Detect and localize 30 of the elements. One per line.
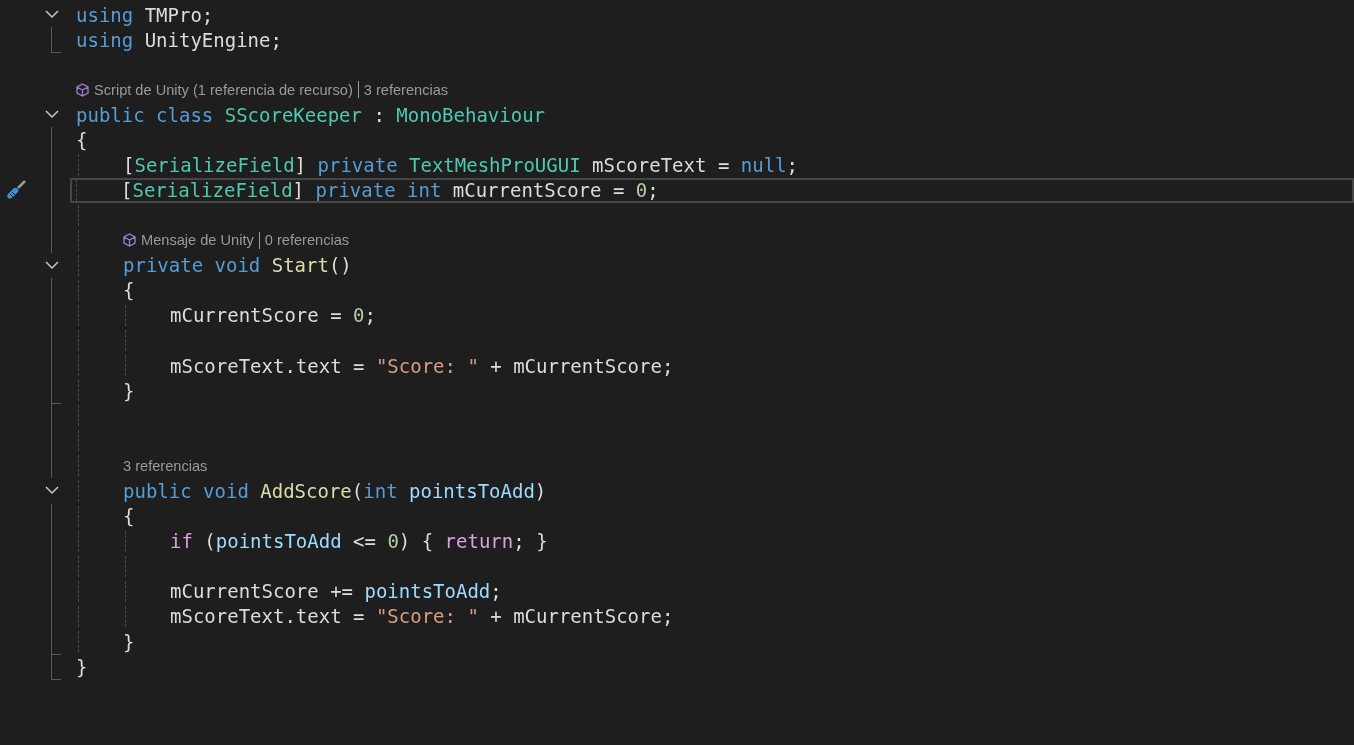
code-line: {: [76, 128, 88, 151]
code-line: [SerializeField] private TextMeshProUGUI mScoreText = null;: [123, 154, 798, 176]
code-line: }: [123, 379, 135, 402]
fold-chevron-icon[interactable]: [45, 108, 59, 121]
code-line: if (pointsToAdd <= 0) { return; }: [170, 530, 548, 553]
code-line: private void Start(): [123, 254, 352, 277]
cube-icon: [76, 82, 89, 97]
code-line: using TMPro;: [76, 3, 214, 26]
code-line: public void AddScore(int pointsToAdd): [123, 480, 547, 503]
code-line: {: [123, 505, 135, 528]
codelens-link[interactable]: Script de Unity (1 referencia de recurso): [76, 81, 353, 98]
codelens-link[interactable]: 3 referencias: [363, 81, 449, 98]
codelens-link[interactable]: Mensaje de Unity: [123, 232, 254, 249]
code-line: mScoreText.text = "Score: " + mCurrentScore;: [170, 354, 674, 377]
code-line: public class SScoreKeeper : MonoBehaviour: [76, 103, 546, 126]
code-line: mCurrentScore += pointsToAdd;: [170, 580, 502, 603]
code-line: {: [123, 279, 135, 302]
fold-chevron-icon[interactable]: [45, 8, 59, 20]
cube-icon: [123, 233, 136, 248]
codelens-link[interactable]: 3 referencias: [123, 457, 208, 474]
code-line: mCurrentScore = 0;: [170, 304, 376, 327]
code-line: using UnityEngine;: [76, 28, 282, 51]
code-line: }: [123, 630, 135, 653]
codelens-link[interactable]: 0 referencias: [264, 232, 350, 249]
screwdriver-icon[interactable]: [5, 178, 27, 201]
fold-chevron-icon[interactable]: [45, 484, 59, 497]
fold-chevron-icon[interactable]: [45, 258, 59, 271]
code-line: [SerializeField] private int mCurrentScore = 0;: [121, 179, 659, 202]
code-line: mScoreText.text = "Score: " + mCurrentScore;: [170, 605, 674, 628]
code-line: }: [76, 655, 88, 678]
